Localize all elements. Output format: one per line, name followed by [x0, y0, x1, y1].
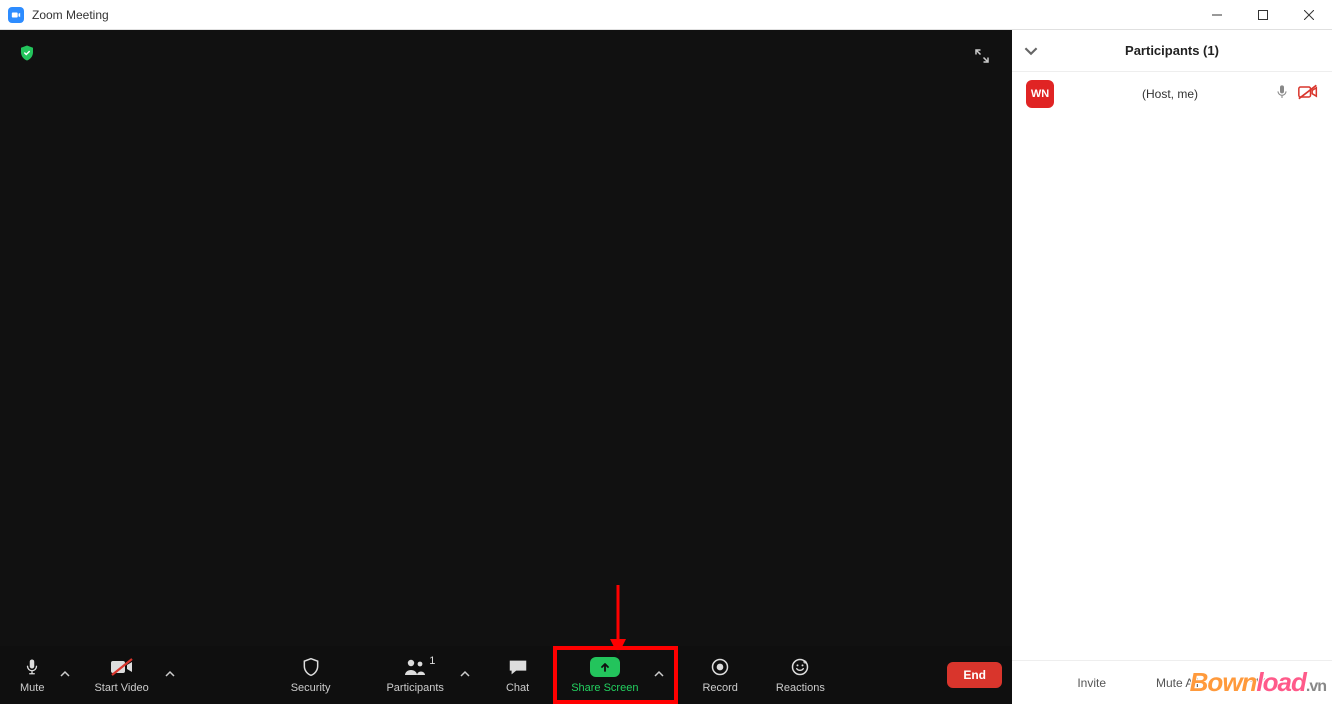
fullscreen-icon[interactable] [970, 44, 994, 68]
zoom-app-icon [8, 7, 24, 23]
record-button[interactable]: Record [692, 648, 747, 702]
chat-label: Chat [506, 682, 529, 694]
record-icon [710, 656, 730, 678]
participants-footer: Invite Mute All [1012, 660, 1332, 704]
more-options-button[interactable] [1249, 673, 1267, 692]
participants-options-caret[interactable] [454, 669, 476, 682]
share-screen-label: Share Screen [571, 682, 638, 694]
start-video-button[interactable]: Start Video [84, 648, 158, 702]
close-button[interactable] [1286, 0, 1332, 30]
collapse-panel-caret[interactable] [1024, 44, 1038, 63]
mute-button[interactable]: Mute [10, 648, 54, 702]
window-controls [1194, 0, 1332, 30]
encryption-shield-icon[interactable] [18, 44, 36, 62]
video-options-caret[interactable] [159, 669, 181, 682]
shield-icon [301, 656, 321, 678]
share-options-caret[interactable] [648, 669, 670, 682]
reactions-icon [790, 656, 810, 678]
participants-panel-title: Participants (1) [1125, 43, 1219, 58]
participants-header: Participants (1) [1012, 30, 1332, 72]
mute-label: Mute [20, 682, 44, 694]
participants-panel: Participants (1) WN (Host, me) Invite Mu… [1012, 30, 1332, 704]
mute-all-button[interactable]: Mute All [1156, 676, 1199, 690]
reactions-label: Reactions [776, 682, 825, 694]
mute-options-caret[interactable] [54, 669, 76, 682]
participant-mic-icon [1274, 84, 1290, 105]
security-button[interactable]: Security [281, 648, 341, 702]
annotation-arrow [610, 585, 626, 655]
participants-label: Participants [386, 682, 443, 694]
video-area: Mute Start Video Security [0, 30, 1012, 704]
participants-count-badge: 1 [429, 655, 435, 667]
reactions-button[interactable]: Reactions [766, 648, 835, 702]
chat-button[interactable]: Chat [496, 648, 539, 702]
participant-label: (Host, me) [1066, 87, 1274, 101]
end-label: End [963, 668, 986, 682]
minimize-button[interactable] [1194, 0, 1240, 30]
start-video-label: Start Video [94, 682, 148, 694]
record-label: Record [702, 682, 737, 694]
chat-icon [507, 656, 529, 678]
share-screen-highlight: Share Screen [553, 646, 678, 704]
share-screen-button[interactable]: Share Screen [561, 648, 648, 702]
meeting-toolbar: Mute Start Video Security [0, 646, 1012, 704]
security-label: Security [291, 682, 331, 694]
participant-row[interactable]: WN (Host, me) [1012, 72, 1332, 116]
share-screen-icon [590, 656, 620, 678]
video-off-icon [110, 656, 134, 678]
participants-icon: 1 [403, 656, 427, 678]
participants-button[interactable]: 1 Participants [376, 648, 453, 702]
participant-video-off-icon [1298, 84, 1318, 105]
invite-button[interactable]: Invite [1077, 676, 1106, 690]
participant-avatar: WN [1026, 80, 1054, 108]
maximize-button[interactable] [1240, 0, 1286, 30]
titlebar: Zoom Meeting [0, 0, 1332, 30]
end-button[interactable]: End [947, 662, 1002, 688]
microphone-icon [23, 656, 41, 678]
window-title: Zoom Meeting [32, 8, 109, 22]
